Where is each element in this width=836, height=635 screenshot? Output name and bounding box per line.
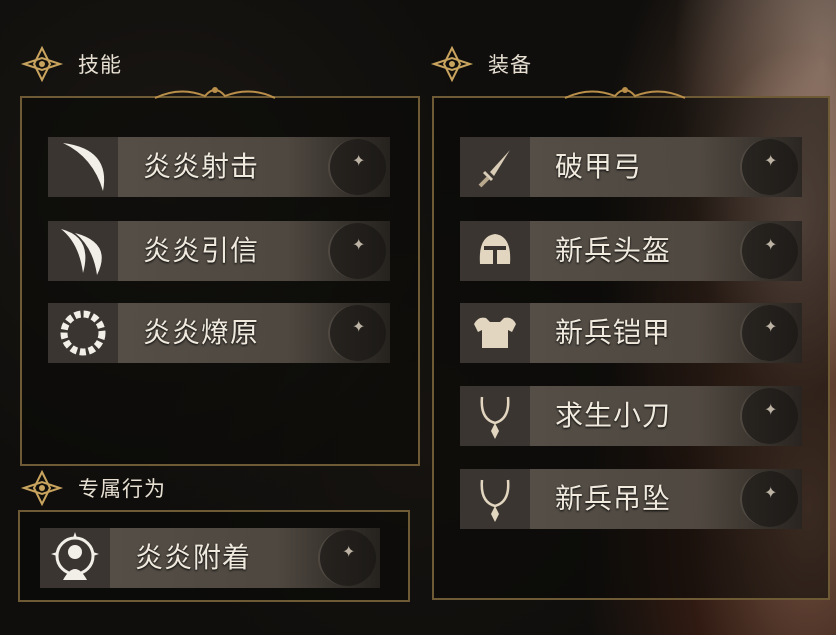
equipment-label: 新兵头盔 [555,234,672,267]
equipment-row[interactable]: 求生小刀 ✦ [460,386,802,446]
sparkle-badge-icon: ✦ [740,305,798,361]
equipment-label: 求生小刀 [555,399,672,432]
panel-ornament-icon [154,87,276,99]
diamond-ornament-icon [20,470,64,506]
exclusive-row[interactable]: 炎炎附着 ✦ [40,528,380,588]
exclusive-section-title: 专属行为 [20,470,166,506]
equipment-label: 新兵铠甲 [555,316,672,349]
exclusive-label: 炎炎附着 [135,541,252,574]
sparkle-badge-icon: ✦ [328,223,386,279]
exclusive-title: 专属行为 [78,477,166,501]
equipment-section-title: 装备 [430,46,532,82]
sparkle-badge-icon: ✦ [740,471,798,527]
flame-ring-icon [48,303,118,363]
skill-label: 炎炎射击 [143,150,260,183]
skill-label: 炎炎引信 [143,234,260,267]
equipment-label: 新兵吊坠 [555,482,672,515]
skills-title: 技能 [78,53,122,77]
diamond-ornament-icon [20,46,64,82]
necklace-icon [460,386,530,446]
diamond-ornament-icon [430,46,474,82]
armor-icon [460,303,530,363]
pendant-icon [460,469,530,529]
equipment-title: 装备 [488,53,532,77]
skill-label: 炎炎燎原 [143,316,260,349]
equipment-row[interactable]: 破甲弓 ✦ [460,137,802,197]
sparkle-badge-icon: ✦ [318,530,376,586]
skills-section-title: 技能 [20,46,122,82]
dagger-icon [460,137,530,197]
equipment-label: 破甲弓 [555,150,643,183]
skill-row[interactable]: 炎炎引信 ✦ [48,221,390,281]
sparkle-badge-icon: ✦ [740,139,798,195]
skill-row[interactable]: 炎炎射击 ✦ [48,137,390,197]
equipment-row[interactable]: 新兵吊坠 ✦ [460,469,802,529]
helmet-icon [460,221,530,281]
sparkle-badge-icon: ✦ [328,305,386,361]
halo-figure-icon [40,528,110,588]
skill-row[interactable]: 炎炎燎原 ✦ [48,303,390,363]
sparkle-badge-icon: ✦ [740,388,798,444]
equipment-row[interactable]: 新兵头盔 ✦ [460,221,802,281]
panel-ornament-icon [564,87,686,99]
crescent-slash-icon [48,137,118,197]
equipment-row[interactable]: 新兵铠甲 ✦ [460,303,802,363]
sparkle-badge-icon: ✦ [328,139,386,195]
sparkle-badge-icon: ✦ [740,223,798,279]
double-crescent-icon [48,221,118,281]
